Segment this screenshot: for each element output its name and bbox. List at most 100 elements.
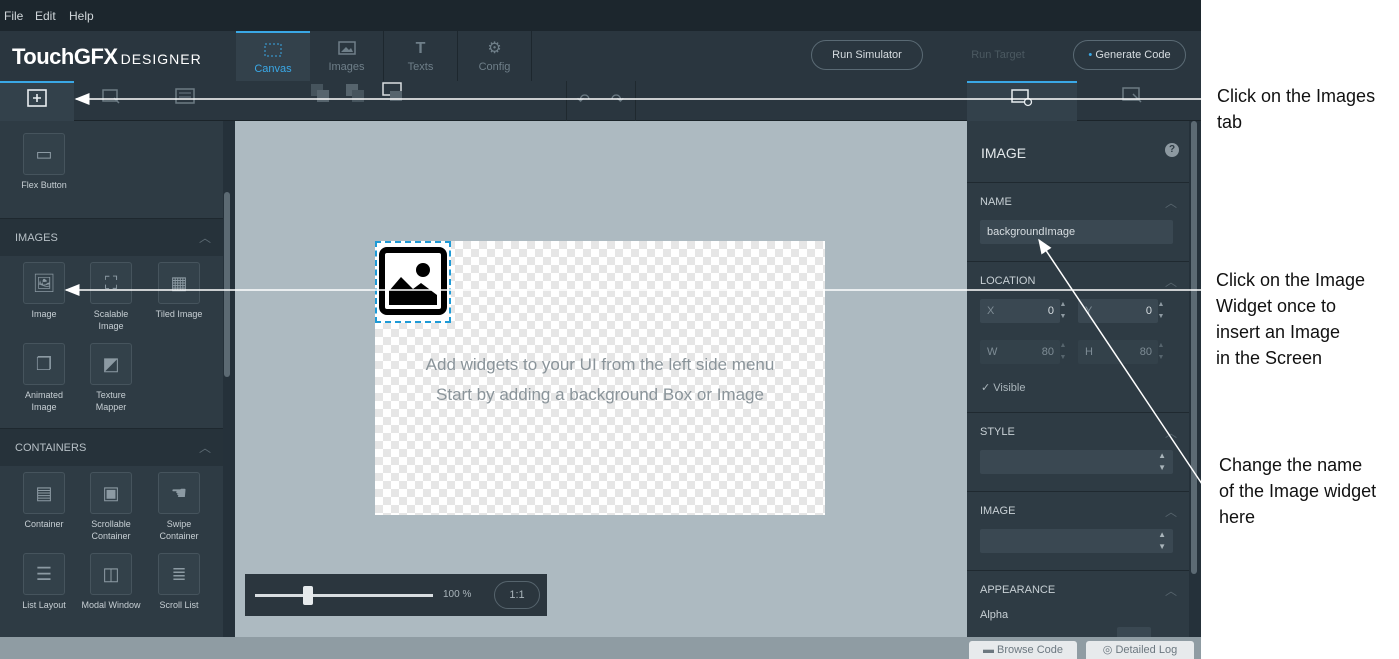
status-bar: ▬ Browse Code ◎ Detailed Log	[0, 637, 1201, 659]
zoom-value: 100 %	[443, 589, 472, 600]
collapse-icon[interactable]: ︿	[1165, 424, 1177, 441]
widget-scalable-image[interactable]: ⛶ Scalable Image	[81, 262, 141, 332]
alpha-label: Alpha	[980, 609, 1009, 621]
browse-code-button[interactable]: ▬ Browse Code	[969, 641, 1077, 659]
scroll-list-label: Scroll List	[159, 600, 199, 610]
h-field[interactable]: H 80	[1078, 340, 1158, 364]
select-arrows-icon: ▲ ▼	[1158, 451, 1166, 472]
widget-texture-mapper[interactable]: ◩ Texture Mapper	[81, 343, 141, 413]
annotation-image-widget: Click on the Image Widget once to insert…	[1216, 267, 1365, 371]
zoom-slider[interactable]	[255, 594, 433, 597]
x-field[interactable]: X 0	[980, 299, 1060, 323]
left-panel-scrollbar[interactable]	[224, 192, 230, 377]
properties-icon	[1010, 89, 1034, 111]
collapse-icon[interactable]: ︿	[1165, 503, 1177, 520]
widget-scrollable-container[interactable]: ▣ Scrollable Container	[81, 472, 141, 542]
widget-modal-window[interactable]: ◫ Modal Window	[81, 553, 141, 611]
widget-list-layout[interactable]: ☰ List Layout	[14, 553, 74, 611]
swipe-container-icon: ☚	[158, 472, 200, 514]
run-target-button[interactable]: Run Target	[942, 40, 1054, 70]
tab-add-widget[interactable]	[0, 81, 74, 121]
location-section-title: LOCATION	[980, 275, 1036, 287]
collapse-icon[interactable]: ︿	[1165, 273, 1177, 290]
menu-help[interactable]: Help	[69, 9, 94, 23]
images-section-header[interactable]: IMAGES ︿	[0, 218, 223, 256]
name-input[interactable]: backgroundImage	[980, 220, 1173, 244]
redo-button[interactable]: ↷	[600, 81, 636, 121]
zoom-reset-button[interactable]: 1:1	[494, 581, 540, 609]
send-backward-icon	[343, 84, 367, 109]
flex-button-icon: ▭	[23, 133, 65, 175]
name-section-title: NAME	[980, 196, 1012, 208]
widget-container[interactable]: ▤ Container	[14, 472, 74, 530]
generate-code-button[interactable]: • Generate Code	[1073, 40, 1186, 70]
generate-code-label: Generate Code	[1095, 49, 1171, 61]
config-icon: ⚙	[487, 40, 502, 57]
w-field[interactable]: W 80	[980, 340, 1060, 364]
x-stepper[interactable]: ▲ ▼	[1056, 299, 1070, 323]
h-stepper[interactable]: ▲ ▼	[1154, 340, 1168, 364]
containers-section-header[interactable]: CONTAINERS ︿	[0, 428, 223, 466]
tab-texts[interactable]: T Texts	[384, 31, 458, 81]
right-panel-scrollbar[interactable]	[1191, 121, 1197, 574]
screen-canvas[interactable]: Add widgets to your UI from the left sid…	[375, 241, 825, 515]
select-arrows-icon: ▲ ▼	[1158, 530, 1166, 551]
collapse-icon[interactable]: ︿	[1165, 194, 1177, 211]
widget-swipe-container[interactable]: ☚ Swipe Container	[149, 472, 209, 542]
canvas-area[interactable]: Add widgets to your UI from the left sid…	[235, 121, 967, 637]
help-icon[interactable]: ?	[1165, 143, 1179, 157]
image-select[interactable]: ▲ ▼	[980, 529, 1173, 553]
collapse-icon[interactable]: ︿	[1165, 582, 1177, 599]
scrollable-container-icon: ▣	[90, 472, 132, 514]
texture-mapper-icon: ◩	[90, 343, 132, 385]
image-widget-on-canvas[interactable]	[375, 241, 451, 323]
animated-image-label: Animated Image	[24, 390, 64, 412]
collapse-icon: ︿	[198, 441, 211, 455]
tab-config[interactable]: ⚙ Config	[458, 31, 532, 81]
image-section-title: IMAGE	[980, 505, 1016, 517]
menu-file[interactable]: File	[4, 9, 23, 23]
tab-tree-view[interactable]	[74, 81, 148, 121]
menu-edit[interactable]: Edit	[35, 9, 56, 23]
main-toolbar: TouchGFX DESIGNER Canvas Images T Texts ⚙…	[0, 31, 1201, 81]
app-logo: TouchGFX DESIGNER	[12, 44, 202, 70]
widget-tiled-image[interactable]: ▦ Tiled Image	[149, 262, 209, 320]
send-backward-button[interactable]	[340, 81, 370, 121]
tab-properties[interactable]	[967, 81, 1077, 121]
visible-checkbox[interactable]: ✓ Visible	[981, 381, 1026, 394]
bring-forward-button[interactable]	[305, 81, 335, 121]
widget-animated-image[interactable]: ❐ Animated Image	[14, 343, 74, 413]
logo-suffix: DESIGNER	[120, 51, 202, 67]
tab-interactions[interactable]	[1077, 81, 1189, 121]
style-select[interactable]: ▲ ▼	[980, 450, 1173, 474]
canvas-hint-line2: Start by adding a background Box or Imag…	[436, 385, 764, 404]
image-icon: 🖼	[23, 262, 65, 304]
detailed-log-button[interactable]: ◎ Detailed Log	[1086, 641, 1194, 659]
annotation-line: in the Screen	[1216, 348, 1323, 368]
zoom-slider-handle[interactable]	[303, 586, 314, 605]
align-button[interactable]	[377, 81, 409, 121]
widget-scroll-list[interactable]: ≣ Scroll List	[149, 553, 209, 611]
y-field[interactable]: Y 0	[1078, 299, 1158, 323]
annotation-line: tab	[1217, 112, 1243, 132]
annotation-line: insert an Image	[1216, 322, 1341, 342]
undo-button[interactable]: ↶	[566, 81, 600, 121]
tab-canvas[interactable]: Canvas	[236, 31, 310, 81]
y-value: 0	[1145, 305, 1152, 317]
tab-screens[interactable]	[148, 81, 222, 121]
widget-flex-button[interactable]: ▭ Flex Button	[14, 133, 74, 191]
tab-images[interactable]: Images	[310, 31, 384, 81]
detailed-log-label: Detailed Log	[1115, 644, 1178, 656]
interactions-icon	[1121, 87, 1145, 109]
run-simulator-button[interactable]: Run Simulator	[811, 40, 923, 70]
widget-image[interactable]: 🖼 Image	[14, 262, 74, 320]
w-stepper[interactable]: ▲ ▼	[1056, 340, 1070, 364]
y-stepper[interactable]: ▲ ▼	[1154, 299, 1168, 323]
alpha-input[interactable]	[1117, 627, 1151, 637]
swipe-container-label: Swipe Container	[159, 519, 199, 541]
folder-icon: ▬	[982, 644, 997, 656]
annotation-line: Click on the Image	[1216, 270, 1366, 290]
tree-view-icon	[100, 89, 122, 109]
screens-icon	[174, 88, 196, 109]
canvas-icon	[262, 43, 284, 59]
